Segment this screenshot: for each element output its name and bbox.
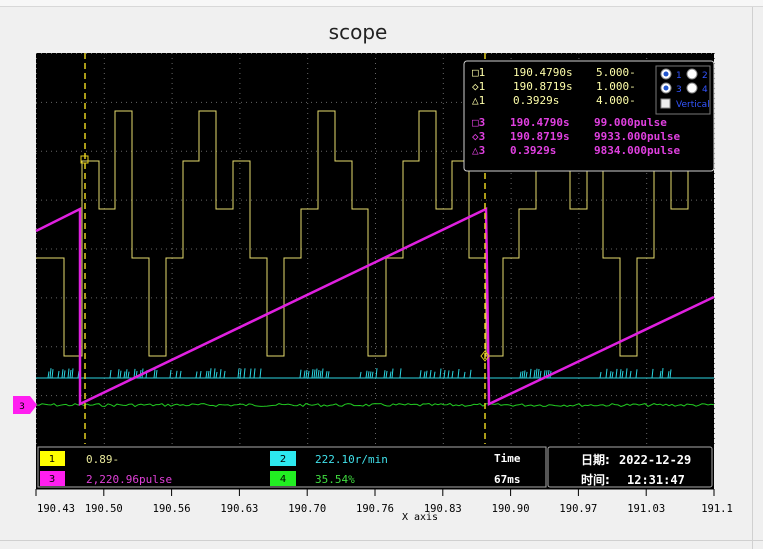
channel-2-value: 222.10r/min — [315, 453, 388, 466]
radio-channel-2[interactable] — [686, 68, 698, 80]
radio-channel-1-label: 1 — [676, 71, 682, 81]
cursor-ch1-a-symbol: □1 — [472, 66, 485, 79]
cursor-channel-selector: 1 2 3 4 Vertical — [655, 65, 711, 115]
cursor-ch1-b-time: 190.8719s — [513, 80, 573, 93]
cursor-ch3-b-symbol: ◇3 — [472, 130, 485, 143]
radio-channel-3-dot — [663, 85, 669, 91]
cursor-ch3-a-value: 99.000pulse — [594, 116, 667, 129]
cursor-ch1-b-symbol: ◇1 — [472, 80, 485, 93]
x-tick-label: 191.1 — [701, 503, 733, 515]
x-tick-label: 190.97 — [559, 503, 597, 515]
oscilloscope-plot[interactable]: □1 190.4790s 5.000- ◇1 190.8719s 1.000- … — [0, 0, 763, 549]
channel-3-number: 3 — [49, 474, 55, 485]
date-value: 2022-12-29 — [619, 453, 691, 467]
cursor-ch3-a-symbol: □3 — [472, 116, 485, 129]
x-tick-label: 190.56 — [153, 503, 191, 515]
cursor-ch1-delta-symbol: △1 — [472, 94, 485, 107]
x-tick-label: 190.43 — [37, 503, 75, 515]
x-tick-label: 190.70 — [288, 503, 326, 515]
cursor-readout-panel: □1 190.4790s 5.000- ◇1 190.8719s 1.000- … — [463, 60, 715, 172]
time-value: 67ms — [494, 473, 521, 486]
status-bar: 1 0.89- 2 222.10r/min 3 2,220.96pulse 4 … — [36, 444, 714, 489]
cursor-ch1-delta-value: 4.000- — [596, 94, 636, 107]
cursor-ch3-delta-value: 9834.000pulse — [594, 144, 680, 157]
x-tick-label: 190.63 — [220, 503, 258, 515]
vertical-checkbox-label: Vertical — [676, 100, 710, 110]
radio-channel-4[interactable] — [686, 82, 698, 94]
cursor-ch1-a-time: 190.4790s — [513, 66, 573, 79]
channel-3-level-marker[interactable] — [13, 396, 37, 414]
time-of-day-label: 时间: — [581, 472, 610, 487]
scope-window: scope □1 190.4790s 5.000- ◇1 190.8719s 1… — [0, 0, 763, 549]
x-tick-label: 190.90 — [492, 503, 530, 515]
cursor-ch3-delta-symbol: △3 — [472, 144, 485, 157]
radio-channel-4-label: 4 — [702, 85, 708, 95]
channel-4-value: 35.54% — [315, 473, 355, 486]
cursor-ch3-b-time: 190.8719s — [510, 130, 570, 143]
cursor-ch3-a-time: 190.4790s — [510, 116, 570, 129]
cursor-ch3-b-value: 9933.000pulse — [594, 130, 680, 143]
vertical-checkbox[interactable] — [660, 98, 671, 109]
channel-1-value: 0.89- — [86, 453, 119, 466]
channel-3-marker-label: 3 — [19, 402, 25, 412]
x-tick-label: 190.76 — [356, 503, 394, 515]
channel-4-number: 4 — [280, 474, 286, 485]
cursor-ch3-delta-time: 0.3929s — [510, 144, 556, 157]
channel-1-number: 1 — [49, 454, 55, 465]
cursor-ch1-delta-time: 0.3929s — [513, 94, 559, 107]
channel-2-number: 2 — [280, 454, 286, 465]
x-axis-label: X axis — [402, 512, 438, 523]
date-label: 日期: — [581, 452, 610, 467]
cursor-ch1-b-value: 1.000- — [596, 80, 636, 93]
x-tick-label: 191.03 — [627, 503, 665, 515]
x-axis: 190.43 190.50 190.56 190.63 190.70 190.76 190.… — [35, 488, 733, 523]
cursor-ch1-a-value: 5.000- — [596, 66, 636, 79]
time-label: Time — [494, 452, 521, 465]
radio-channel-1-dot — [663, 71, 669, 77]
radio-channel-2-label: 2 — [702, 71, 708, 81]
x-tick-label: 190.50 — [85, 503, 123, 515]
time-of-day-value: 12:31:47 — [627, 473, 685, 487]
channel-3-value: 2,220.96pulse — [86, 473, 172, 486]
radio-channel-3-label: 3 — [676, 85, 682, 95]
